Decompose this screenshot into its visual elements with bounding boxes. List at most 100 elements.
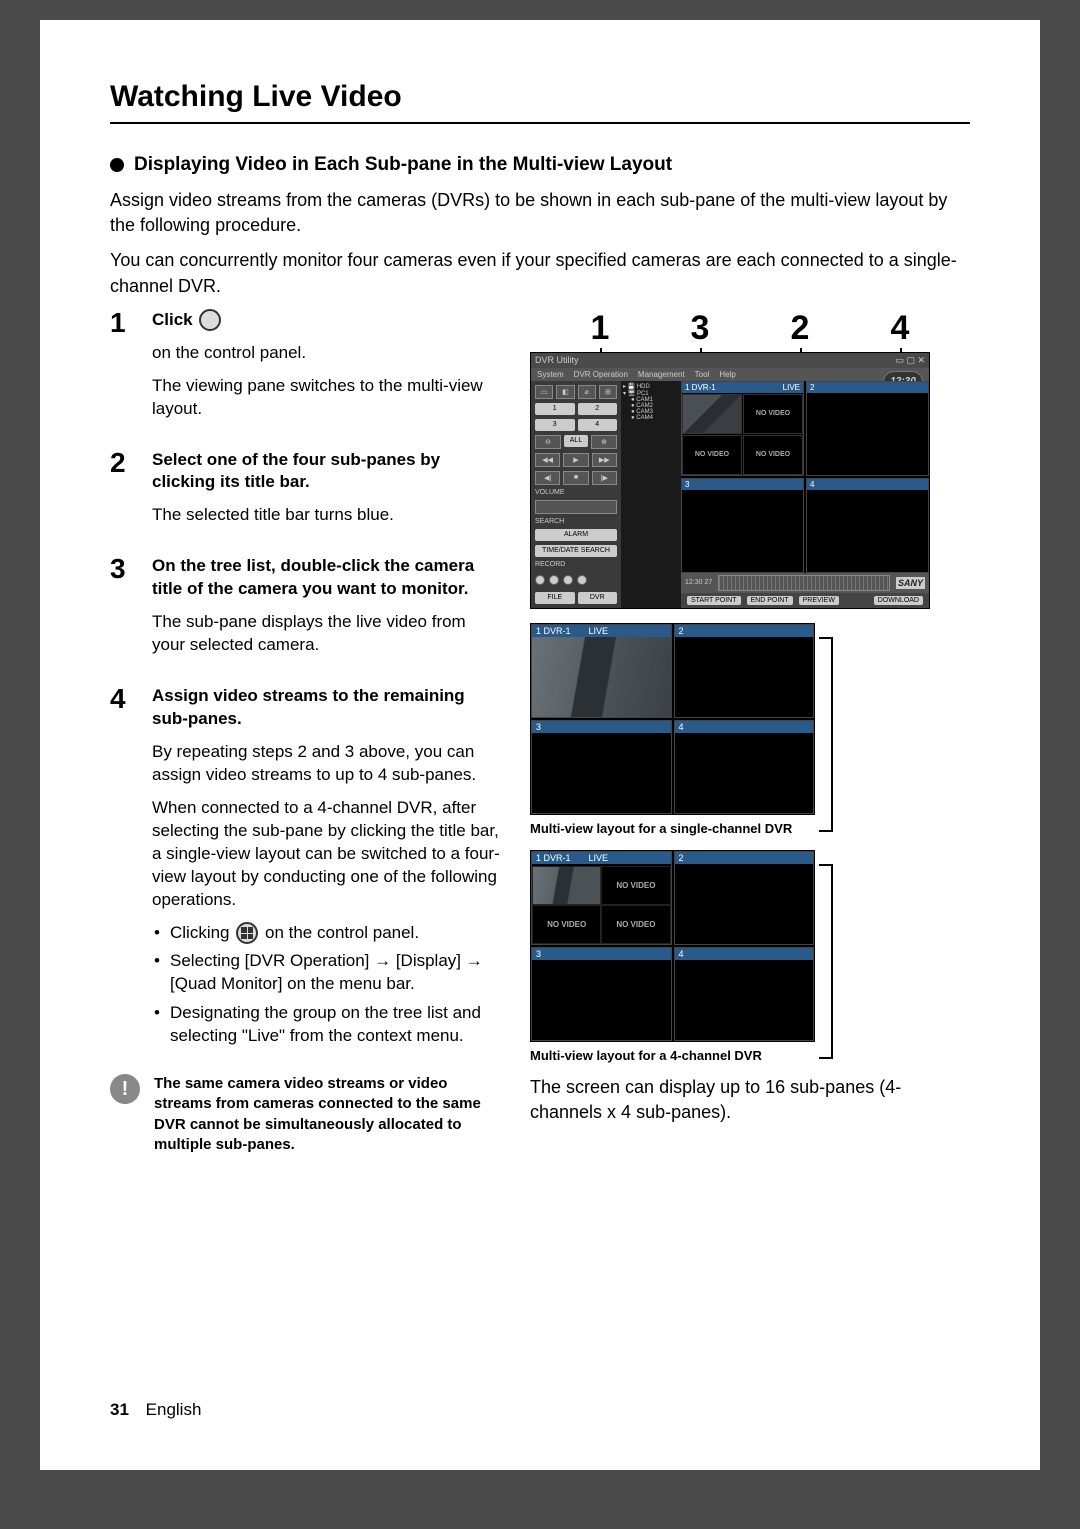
layout-icon[interactable]: ◧ [556,385,574,399]
timedate-search-button[interactable]: TIME/DATE SEARCH [535,545,617,557]
fig2-hdr4: 4 [679,949,684,959]
channel-2-button[interactable]: 2 [578,403,618,415]
right-column: 1 3 2 4 DVR Utility ▭ ▢ ✕ System DVR Ope… [530,309,970,1155]
download-button[interactable]: DOWNLOAD [874,596,923,605]
fig1-hdr-a: 1 DVR-1 [536,626,571,636]
tree-list[interactable]: ▸ 💾 HDD ▾ 🖥 PC1 ● CAM1 ● CAM2 ● CAM3 ● C… [621,381,681,608]
sub-pane-4[interactable]: 4 [806,478,929,573]
pane3-title: 3 [685,480,689,489]
channel-3-button[interactable]: 3 [535,419,575,431]
dvr-button[interactable]: DVR [578,592,618,604]
timeline-clock: 12:30 27 [685,579,712,586]
all-button[interactable]: ALL [564,435,588,447]
callout-1: 1 [550,309,650,348]
no-video-label: NO VIDEO [756,451,790,458]
pane1-title: 1 DVR-1 [685,383,716,392]
alarm-button[interactable]: ALARM [535,529,617,541]
page-number: 31 [110,1400,129,1419]
app-titlebar: DVR Utility ▭ ▢ ✕ [531,353,929,368]
multiview-icon[interactable]: ⊞ [599,385,617,399]
volume-slider[interactable] [535,500,617,514]
window-controls-icon: ▭ ▢ ✕ [895,355,925,366]
rewind-icon[interactable]: ◀◀ [535,453,560,467]
layout-icon[interactable]: ⌀ [578,385,596,399]
step4-bullet1b: on the control panel. [265,923,419,942]
channel-4-button[interactable]: 4 [578,419,618,431]
page-title: Watching Live Video [110,80,970,114]
app-main-area: 1 DVR-1LIVE NO VIDEO NO VIDEO NO VIDEO 2 [681,381,929,608]
sub-pane-2[interactable]: 2 [806,381,929,476]
menu-management[interactable]: Management [638,370,685,379]
step3-bold: On the tree list, double-click the camer… [152,555,500,601]
figure1-caption: Multi-view layout for a single-channel D… [530,821,970,836]
zoom-in-icon[interactable]: ⊕ [591,435,617,449]
tree-pc[interactable]: ▾ 🖥 PC1 [623,390,679,397]
stop-icon[interactable]: ■ [563,471,588,485]
no-video-cell: NO VIDEO [601,866,670,905]
tree-cam4[interactable]: ● CAM4 [623,415,679,421]
fig2-hdr-b: LIVE [589,853,609,863]
forward-icon[interactable]: ▶▶ [592,453,617,467]
no-video-cell: NO VIDEO [601,905,670,944]
file-button[interactable]: FILE [535,592,575,604]
play-icon[interactable]: ▶ [563,453,588,467]
end-point-button[interactable]: END POINT [747,596,793,605]
step-back-icon[interactable]: ◀| [535,471,560,485]
app-menubar: System DVR Operation Management Tool Hel… [531,368,929,381]
sub-pane-1: 1 DVR-1 LIVE [531,624,672,718]
step4-bold: Assign video streams to the remaining su… [152,685,500,731]
pane4-title: 4 [810,480,814,489]
callout-2: 2 [750,309,850,348]
fig1-hdr2: 2 [679,626,684,636]
figure-single-channel: 1 DVR-1 LIVE 2 3 4 [530,623,815,815]
step-3: 3 On the tree list, double-click the cam… [110,555,500,667]
tree-root[interactable]: ▸ 💾 HDD [623,383,679,390]
intro-paragraph-2: You can concurrently monitor four camera… [110,248,970,298]
channel-1-button[interactable]: 1 [535,403,575,415]
menu-help[interactable]: Help [719,370,735,379]
left-column: 1 Click on the control panel. The viewin… [110,309,500,1155]
no-video-label: NO VIDEO [695,451,729,458]
step2-bold: Select one of the four sub-panes by clic… [152,449,500,495]
step1-body: The viewing pane switches to the multi-v… [152,375,500,421]
quad-icon [236,922,258,944]
zoom-out-icon[interactable]: ⊖ [535,435,561,449]
sub-pane-3[interactable]: 3 [681,478,804,573]
fig2-hdr3: 3 [536,949,541,959]
language-label: English [146,1400,202,1419]
warning-icon: ! [110,1074,140,1104]
menu-system[interactable]: System [537,370,564,379]
fig1-hdr3: 3 [536,722,541,732]
app-control-panel: ▭ ◧ ⌀ ⊞ 1 2 3 4 [531,381,621,608]
camera-feed [532,625,671,717]
step-2: 2 Select one of the four sub-panes by cl… [110,449,500,538]
section-heading: Displaying Video in Each Sub-pane in the… [110,154,970,176]
step-forward-icon[interactable]: |▶ [592,471,617,485]
volume-label: VOLUME [535,489,617,496]
menu-tool[interactable]: Tool [695,370,710,379]
note-block: ! The same camera video streams or video… [110,1074,500,1155]
step1-bold-a: Click [152,310,193,329]
sub-pane-3: 3 [531,947,672,1041]
start-point-button[interactable]: START POINT [687,596,741,605]
no-video-cell: NO VIDEO [532,905,601,944]
fig1-hdr-b: LIVE [589,626,609,636]
fig2-hdr2: 2 [679,853,684,863]
step-number: 3 [110,555,136,667]
step-1: 1 Click on the control panel. The viewin… [110,309,500,431]
no-video-label: NO VIDEO [756,410,790,417]
preview-button[interactable]: PREVIEW [799,596,839,605]
step4-bullet3: Designating the group on the tree list a… [152,1002,500,1048]
camera-thumbnail [682,394,742,434]
pane2-title: 2 [810,383,814,392]
bracket-icon [819,637,833,832]
layout-icon[interactable]: ▭ [535,385,553,399]
sub-pane-1[interactable]: 1 DVR-1LIVE NO VIDEO NO VIDEO NO VIDEO [681,381,804,476]
timeline-track[interactable] [718,575,890,591]
timeline-bar[interactable]: 12:30 27 SANY [681,573,929,593]
step4-body1: By repeating steps 2 and 3 above, you ca… [152,741,500,787]
camera-thumbnail [532,866,601,905]
menu-dvr-operation[interactable]: DVR Operation [574,370,628,379]
fig1-hdr4: 4 [679,722,684,732]
record-indicators [535,572,617,588]
